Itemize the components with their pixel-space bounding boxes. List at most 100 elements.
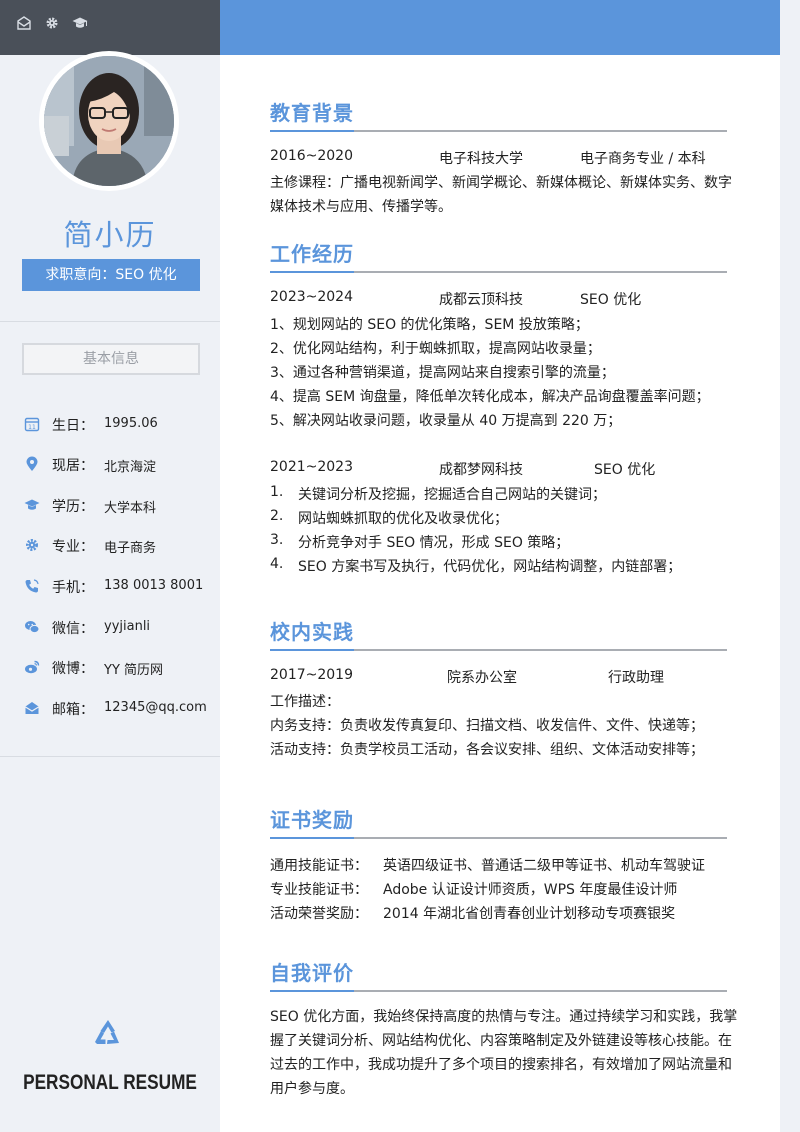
avatar-portrait bbox=[44, 56, 174, 186]
job-duty-number: 4. bbox=[270, 556, 284, 572]
calendar-icon: 11 bbox=[24, 417, 40, 432]
edu-major: 电子商务专业 / 本科 bbox=[580, 151, 706, 167]
cert-label: 通用技能证书： bbox=[270, 858, 368, 874]
basic-info-heading: 基本信息 bbox=[22, 343, 200, 375]
header-accent-bar bbox=[220, 0, 780, 55]
edu-period: 2016~2020 bbox=[270, 148, 353, 164]
campus-org: 院系办公室 bbox=[447, 670, 517, 686]
recycle-icon bbox=[95, 1020, 119, 1044]
cert-label: 专业技能证书： bbox=[270, 882, 368, 898]
info-label: 生日： bbox=[52, 418, 94, 434]
info-value: 12345@qq.com bbox=[104, 700, 207, 715]
self-eval-line: 过去的工作中，我成功提升了多个项目的搜索排名，有效增加了网站流量和 bbox=[270, 1057, 732, 1073]
section-rule bbox=[270, 649, 727, 651]
sidebar: 简小历 求职意向：SEO 优化 基本信息 11 生日： 1995.06 现居： … bbox=[0, 0, 220, 1132]
job-position: SEO 优化 bbox=[594, 462, 656, 478]
cert-value: Adobe 认证设计师资质，WPS 年度最佳设计师 bbox=[383, 882, 678, 898]
info-row-weibo: 微博： YY 简历网 bbox=[0, 654, 220, 682]
section-title-certificates: 证书奖励 bbox=[270, 808, 354, 832]
info-value: 北京海淀 bbox=[104, 460, 157, 475]
job-position: SEO 优化 bbox=[580, 292, 642, 308]
job-duty: 4、提高 SEM 询盘量，降低单次转化成本，解决产品询盘覆盖率问题； bbox=[270, 389, 710, 405]
job-period: 2021~2023 bbox=[270, 459, 353, 475]
svg-text:11: 11 bbox=[28, 424, 36, 431]
gear-icon[interactable] bbox=[44, 15, 60, 31]
graduation-cap-icon bbox=[24, 499, 40, 510]
info-row-email: 邮箱： 12345@qq.com bbox=[0, 695, 220, 723]
sidebar-divider bbox=[0, 756, 220, 757]
job-duty-number: 3. bbox=[270, 532, 284, 548]
wechat-icon bbox=[25, 621, 40, 634]
cert-label: 活动荣誉奖励： bbox=[270, 906, 368, 922]
info-label: 专业： bbox=[52, 539, 94, 555]
sidebar-header-bar bbox=[0, 0, 220, 55]
info-row-education: 学历： 大学本科 bbox=[0, 492, 220, 520]
edu-courses-line: 主修课程：广播电视新闻学、新闻学概论、新媒体概论、新媒体实务、数字 bbox=[270, 175, 732, 191]
job-company: 成都梦网科技 bbox=[439, 462, 523, 478]
candidate-name: 简小历 bbox=[63, 218, 157, 252]
graduation-cap-icon[interactable] bbox=[72, 15, 88, 31]
job-duty-number: 1. bbox=[270, 484, 284, 500]
campus-desc-label: 工作描述： bbox=[270, 694, 340, 710]
info-row-phone: 手机： 138 0013 8001 bbox=[0, 573, 220, 601]
avatar-frame bbox=[39, 51, 179, 191]
self-eval-line: 握了关键词分析、网站结构优化、内容策略制定及外链建设等核心技能。在 bbox=[270, 1033, 732, 1049]
campus-desc-line: 内务支持：负责收发传真复印、扫描文档、收发信件、文件、快递等； bbox=[270, 718, 704, 734]
gear-icon bbox=[26, 539, 38, 551]
job-duty: 5、解决网站收录问题，收录量从 40 万提高到 220 万； bbox=[270, 413, 622, 429]
self-eval-line: 用户参与度。 bbox=[270, 1081, 354, 1097]
info-label: 现居： bbox=[52, 458, 94, 474]
info-value: 1995.06 bbox=[104, 416, 158, 431]
job-duty: 2、优化网站结构，利于蜘蛛抓取，提高网站收录量； bbox=[270, 341, 601, 357]
section-title-education: 教育背景 bbox=[270, 101, 354, 125]
campus-role: 行政助理 bbox=[608, 670, 664, 686]
campus-desc-line: 活动支持：负责学校员工活动，各会议安排、组织、文体活动安排等； bbox=[270, 742, 704, 758]
info-label: 学历： bbox=[52, 499, 94, 515]
avatar bbox=[44, 56, 174, 186]
info-label: 手机： bbox=[52, 580, 94, 596]
info-value: 电子商务 bbox=[104, 541, 157, 556]
section-title-work: 工作经历 bbox=[270, 242, 354, 266]
job-duty: 3、通过各种营销渠道，提高网站来自搜索引擎的流量； bbox=[270, 365, 615, 381]
job-company: 成都云顶科技 bbox=[439, 292, 523, 308]
mail-icon[interactable] bbox=[16, 15, 32, 31]
job-duty: 关键词分析及挖掘，挖掘适合自己网站的关键词； bbox=[298, 487, 606, 503]
weibo-icon bbox=[25, 660, 40, 674]
section-title-self-evaluation: 自我评价 bbox=[270, 961, 354, 985]
info-label: 微信： bbox=[52, 621, 94, 637]
info-row-major: 专业： 电子商务 bbox=[0, 532, 220, 560]
edu-school: 电子科技大学 bbox=[439, 151, 523, 167]
job-duty: 网站蜘蛛抓取的优化及收录优化； bbox=[298, 511, 508, 527]
right-margin-strip bbox=[780, 0, 800, 1132]
info-row-birthday: 11 生日： 1995.06 bbox=[0, 411, 220, 439]
campus-period: 2017~2019 bbox=[270, 667, 353, 683]
section-rule bbox=[270, 271, 727, 273]
info-value: 138 0013 8001 bbox=[104, 578, 204, 593]
edu-courses-line: 媒体技术与应用、传播学等。 bbox=[270, 199, 452, 215]
job-period: 2023~2024 bbox=[270, 289, 353, 305]
info-value: 大学本科 bbox=[104, 501, 157, 516]
info-value: YY 简历网 bbox=[104, 663, 164, 678]
job-intent-badge: 求职意向：SEO 优化 bbox=[22, 259, 200, 291]
phone-icon bbox=[25, 579, 39, 593]
section-rule bbox=[270, 990, 727, 992]
job-duty-number: 2. bbox=[270, 508, 284, 524]
location-icon bbox=[26, 456, 38, 471]
job-duty: 1、规划网站的 SEO 的优化策略，SEM 投放策略； bbox=[270, 317, 589, 333]
sidebar-divider bbox=[0, 321, 220, 322]
info-label: 微博： bbox=[52, 661, 94, 677]
info-label: 邮箱： bbox=[52, 702, 94, 718]
info-row-residence: 现居： 北京海淀 bbox=[0, 451, 220, 479]
cert-value: 2014 年湖北省创青春创业计划移动专项赛银奖 bbox=[383, 906, 676, 922]
cert-value: 英语四级证书、普通话二级甲等证书、机动车驾驶证 bbox=[383, 858, 705, 874]
personal-resume-footer: PERSONAL RESUME bbox=[23, 1071, 197, 1094]
job-duty: 分析竞争对手 SEO 情况，形成 SEO 策略； bbox=[298, 535, 570, 551]
self-eval-line: SEO 优化方面，我始终保持高度的热情与专注。通过持续学习和实践，我掌 bbox=[270, 1009, 738, 1025]
mail-icon bbox=[25, 702, 39, 714]
section-rule bbox=[270, 130, 727, 132]
section-title-campus: 校内实践 bbox=[270, 620, 354, 644]
header-icons bbox=[16, 15, 88, 31]
section-rule bbox=[270, 837, 727, 839]
info-value: yyjianli bbox=[104, 619, 151, 634]
info-row-wechat: 微信： yyjianli bbox=[0, 614, 220, 642]
